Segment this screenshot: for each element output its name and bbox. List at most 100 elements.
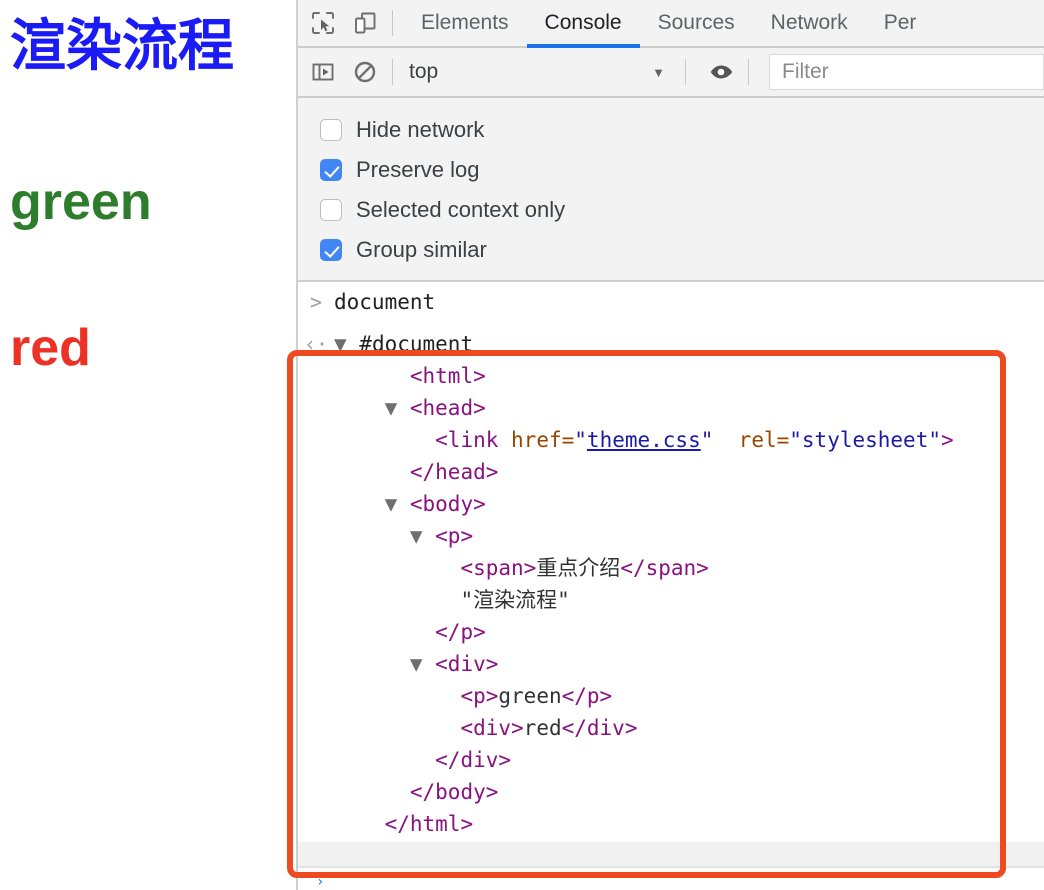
- triangle-down-icon[interactable]: ▼: [410, 652, 435, 676]
- clear-console-icon[interactable]: [348, 55, 382, 89]
- inspect-element-icon[interactable]: [306, 6, 340, 40]
- setting-hide-network[interactable]: Hide network: [320, 110, 1044, 150]
- dom-indent: [334, 364, 385, 388]
- dom-indent: [334, 460, 385, 484]
- tab-performance-label: Per: [883, 11, 917, 34]
- dom-token-tag: </html>: [384, 812, 474, 836]
- tab-elements[interactable]: Elements: [403, 0, 527, 47]
- dom-token-tag: <div>: [435, 652, 499, 676]
- triangle-down-icon[interactable]: ▼: [334, 332, 359, 356]
- dom-token-tag: </p>: [561, 684, 613, 708]
- page-heading-chinese: 渲染流程: [10, 14, 234, 79]
- dom-indent: [334, 396, 385, 420]
- dom-node[interactable]: ▼ <p>: [334, 520, 954, 552]
- dom-indent: [334, 428, 410, 452]
- dom-token-tag: <p>: [460, 684, 499, 708]
- dom-node[interactable]: <span>重点介绍</span>: [334, 552, 954, 584]
- execution-context-selector[interactable]: top ▼: [403, 55, 675, 89]
- dom-node[interactable]: <p>green</p>: [334, 680, 954, 712]
- setting-group-similar[interactable]: Group similar: [320, 230, 1044, 270]
- dom-node-root[interactable]: ▼ #document: [334, 328, 954, 360]
- dom-indent: [334, 812, 359, 836]
- filter-placeholder: Filter: [782, 60, 829, 83]
- dom-token-punct2: =: [561, 428, 575, 452]
- dom-no-arrow: [385, 780, 410, 804]
- dom-no-arrow: [435, 716, 460, 740]
- dom-token-tag: <html>: [409, 364, 486, 388]
- dom-no-arrow: [435, 684, 460, 708]
- checkbox-preserve-log[interactable]: [320, 159, 342, 181]
- checkbox-selected-context-only[interactable]: [320, 199, 342, 221]
- dom-token-tag: </body>: [409, 780, 499, 804]
- dom-node[interactable]: </body>: [334, 776, 954, 808]
- page-text-red: red: [10, 319, 91, 378]
- dom-token-text: 重点介绍: [536, 556, 621, 580]
- dom-token-attr: href: [511, 428, 562, 452]
- device-toolbar-icon[interactable]: [348, 6, 382, 40]
- dom-node[interactable]: ▼ <body>: [334, 488, 954, 520]
- triangle-down-icon[interactable]: ▼: [385, 492, 410, 516]
- page-text-green: green: [10, 172, 152, 231]
- dom-node-label: #document: [359, 332, 474, 356]
- devtools-panel: Elements Console Sources Network Per top…: [298, 0, 1044, 890]
- dom-token-tag: <span>: [460, 556, 537, 580]
- dom-token-val: "stylesheet": [789, 428, 941, 452]
- dom-token-tag: <link: [435, 428, 499, 452]
- dom-node[interactable]: </html>: [334, 808, 954, 840]
- tab-sources[interactable]: Sources: [640, 0, 753, 47]
- rendered-page-preview: 渲染流程 green red: [0, 0, 296, 890]
- dom-token-sp: [498, 428, 511, 452]
- dom-indent: [334, 716, 435, 740]
- tab-console[interactable]: Console: [526, 0, 640, 49]
- dom-token-tag: </span>: [620, 556, 709, 580]
- dom-node[interactable]: "渲染流程": [334, 584, 954, 616]
- chevron-down-icon: ▼: [652, 64, 665, 80]
- console-command-row[interactable]: > document: [298, 282, 1044, 322]
- triangle-down-icon[interactable]: ▼: [410, 524, 435, 548]
- dom-node[interactable]: </head>: [334, 456, 954, 488]
- execution-context-value: top: [409, 60, 439, 83]
- triangle-down-icon[interactable]: ▼: [385, 396, 410, 420]
- tab-network-label: Network: [770, 11, 848, 34]
- dom-node[interactable]: <html>: [334, 360, 954, 392]
- console-output: > document ‹· ▼ #document <html> ▼ <head…: [298, 282, 1044, 842]
- dom-token-text: "渲染流程": [460, 588, 570, 612]
- checkbox-group-similar[interactable]: [320, 239, 342, 261]
- dom-token-sp: [713, 428, 738, 452]
- checkbox-hide-network[interactable]: [320, 119, 342, 141]
- dom-node[interactable]: ▼ <head>: [334, 392, 954, 424]
- dom-node[interactable]: <link href="theme.css" rel="stylesheet">: [334, 424, 953, 456]
- dom-no-arrow: [359, 812, 384, 836]
- dom-indent: [334, 524, 410, 548]
- dom-attr-link[interactable]: theme.css: [587, 428, 701, 452]
- dom-token-tag: <p>: [435, 524, 474, 548]
- filter-input[interactable]: Filter: [769, 54, 1044, 90]
- toolbar-separator-3: [685, 59, 686, 85]
- live-expression-icon[interactable]: [704, 55, 738, 89]
- dom-token-tag: </head>: [409, 460, 499, 484]
- tab-console-label: Console: [544, 11, 622, 34]
- tab-elements-label: Elements: [421, 11, 509, 34]
- console-input-strip[interactable]: ›: [298, 866, 1044, 890]
- dom-token-tag: </p>: [435, 620, 486, 644]
- dom-no-arrow: [410, 428, 435, 452]
- console-result-row: ‹· ▼ #document <html> ▼ <head> <link hre…: [298, 322, 1044, 842]
- tab-network[interactable]: Network: [753, 0, 866, 47]
- dom-token-tag: <body>: [409, 492, 486, 516]
- setting-selected-context-only[interactable]: Selected context only: [320, 190, 1044, 230]
- dom-token-text: red: [523, 716, 562, 740]
- dom-indent: [334, 780, 385, 804]
- toolbar-separator-4: [748, 59, 749, 85]
- dom-node[interactable]: <div>red</div>: [334, 712, 954, 744]
- tab-performance[interactable]: Per: [866, 0, 935, 47]
- console-filter-toolbar: top ▼ Filter: [298, 48, 1044, 98]
- dom-node[interactable]: </div>: [334, 744, 954, 776]
- setting-preserve-log[interactable]: Preserve log: [320, 150, 1044, 190]
- dom-token-tag: <div>: [460, 716, 524, 740]
- devtools-tabbar: Elements Console Sources Network Per: [298, 0, 1044, 49]
- dom-node[interactable]: </p>: [334, 616, 954, 648]
- console-sidebar-icon[interactable]: [306, 55, 340, 89]
- dom-no-arrow: [435, 556, 460, 580]
- dom-node[interactable]: ▼ <div>: [334, 648, 954, 680]
- dom-tree[interactable]: ▼ #document <html> ▼ <head> <link href= "…: [334, 328, 954, 842]
